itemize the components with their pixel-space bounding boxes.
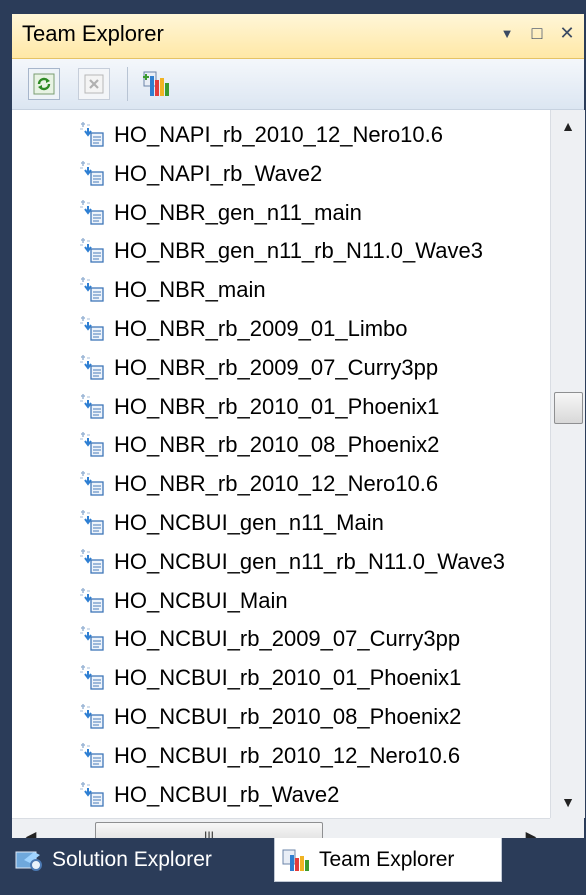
tree-item-label: HO_NBR_rb_2009_01_Limbo xyxy=(114,316,408,341)
tree-item-label: HO_NBR_rb_2010_01_Phoenix1 xyxy=(114,393,440,419)
tree-item[interactable]: HO_NCBUI_rb_Wave2 xyxy=(78,776,339,814)
toolbar-separator xyxy=(127,67,128,101)
branch-folder-icon xyxy=(78,626,106,652)
tree-item-label: HO_NBR_gen_n11_rb_N11.0_Wave3 xyxy=(114,238,483,264)
team-explorer-icon xyxy=(281,847,311,873)
branch-folder-icon xyxy=(78,393,106,420)
title-bar: Team Explorer ▼ □ ✕ xyxy=(12,14,584,59)
tree-item[interactable]: HO_NBR_rb_2009_07_Curry3pp xyxy=(78,349,438,387)
tab-label: Team Explorer xyxy=(319,847,455,871)
toolbar xyxy=(12,59,584,110)
tree-item-label: HO_NAPI_rb_2010_12_Nero10.6 xyxy=(114,122,444,147)
tab-label: Solution Explorer xyxy=(52,847,212,871)
tree-item[interactable]: HO_NAPI_rb_2010_12_Nero10.6 xyxy=(78,116,443,154)
tree-item[interactable]: HO_NCBUI_rb_2009_07_Curry3pp xyxy=(78,620,460,658)
branch-folder-icon xyxy=(78,781,106,808)
window-title: Team Explorer xyxy=(22,21,164,46)
tree-item[interactable]: HO_NBR_gen_n11_main xyxy=(78,194,362,232)
tree-item[interactable]: HO_NBR_rb_2010_12_Nero10.6 xyxy=(78,465,438,503)
tree-item[interactable]: HO_NAPI_rb_Wave2 xyxy=(78,155,322,193)
branch-folder-icon xyxy=(78,122,106,148)
branch-folder-icon xyxy=(78,316,106,342)
branch-folder-icon xyxy=(78,432,106,458)
tree-item[interactable]: HO_NCBUI_rb_2010_12_Nero10.6 xyxy=(78,737,460,775)
tree-item-label: HO_NCBUI_Main xyxy=(114,587,288,613)
tree-item[interactable]: HO_NBR_rb_2010_08_Phoenix2 xyxy=(78,426,439,464)
team-explorer-window: Team Explorer ▼ □ ✕ HO_NAPI_rb_2010_12_N… xyxy=(0,0,586,895)
tree-item-label: HO_NCBUI_rb_2010_08_Phoenix2 xyxy=(114,704,462,729)
stop-icon xyxy=(84,74,104,94)
connect-to-team-project-icon xyxy=(143,71,169,96)
tree-item-label: HO_NBR_rb_2010_12_Nero10.6 xyxy=(114,471,439,497)
stop-button[interactable] xyxy=(78,68,110,100)
tree-item[interactable]: HO_NCBUI_rb_2010_08_Phoenix2 xyxy=(78,698,461,736)
branch-folder-icon xyxy=(78,199,106,226)
source-control-tree[interactable]: HO_NAPI_rb_2010_12_Nero10.6 HO_NAPI_rb_Wa… xyxy=(12,110,550,818)
branch-folder-icon xyxy=(78,742,106,769)
tree-item[interactable]: HO_NBR_rb_2010_01_Phoenix1 xyxy=(78,388,439,426)
solution-explorer-icon xyxy=(14,847,44,873)
branch-folder-icon xyxy=(78,548,106,575)
refresh-button[interactable] xyxy=(28,68,60,100)
tree-item[interactable]: HO_NBR_main xyxy=(78,271,266,309)
branch-folder-icon xyxy=(78,587,106,614)
scroll-down-icon[interactable]: ▼ xyxy=(551,786,585,818)
branch-folder-icon xyxy=(78,277,106,303)
maximize-icon[interactable]: □ xyxy=(526,20,548,46)
tree-item-label: HO_NAPI_rb_Wave2 xyxy=(114,160,323,186)
tree-item[interactable]: HO_NCBUI_Main xyxy=(78,582,288,620)
tree-item[interactable]: HO_NBR_gen_n11_rb_N11.0_Wave3 xyxy=(78,232,483,270)
branch-folder-icon xyxy=(78,510,106,536)
tree-item-label: HO_NCBUI_rb_2009_07_Curry3pp xyxy=(114,626,461,652)
tab-team-explorer[interactable]: Team Explorer xyxy=(274,838,502,882)
branch-folder-icon xyxy=(78,238,106,264)
vertical-scrollbar[interactable]: ▲ ▼ xyxy=(550,110,585,818)
tree-item-label: HO_NCBUI_rb_2010_12_Nero10.6 xyxy=(114,742,461,768)
close-icon[interactable]: ✕ xyxy=(556,20,578,46)
tree-item-label: HO_NCBUI_rb_2010_01_Phoenix1 xyxy=(114,665,462,691)
scroll-up-icon[interactable]: ▲ xyxy=(551,110,585,142)
tree-item-label: HO_NBR_rb_2010_08_Phoenix2 xyxy=(114,432,440,458)
tree-item[interactable]: HO_NBR_rb_2009_01_Limbo xyxy=(78,310,408,348)
branch-folder-icon xyxy=(78,160,106,187)
connect-button[interactable] xyxy=(140,68,172,100)
tree-item-label: HO_NCBUI_rb_Wave2 xyxy=(114,781,340,807)
tree-item-label: HO_NCBUI_gen_n11_rb_N11.0_Wave3 xyxy=(114,548,505,574)
tree-item-label: HO_NBR_rb_2009_07_Curry3pp xyxy=(114,354,439,380)
tab-solution-explorer[interactable]: Solution Explorer xyxy=(14,838,212,881)
tree-item-label: HO_NBR_main xyxy=(114,277,266,303)
dropdown-icon[interactable]: ▼ xyxy=(496,20,518,46)
tree-item[interactable]: HO_NCBUI_gen_n11_rb_N11.0_Wave3 xyxy=(78,543,505,581)
vertical-scroll-thumb[interactable] xyxy=(554,392,583,424)
tree-item-label: HO_NCBUI_gen_n11_Main xyxy=(114,510,384,535)
branch-folder-icon xyxy=(78,354,106,381)
refresh-icon xyxy=(33,73,55,95)
title-buttons: ▼ □ ✕ xyxy=(496,20,578,46)
branch-folder-icon xyxy=(78,471,106,497)
tree-item[interactable]: HO_NCBUI_rb_2010_01_Phoenix1 xyxy=(78,659,461,697)
branch-folder-icon xyxy=(78,704,106,730)
tree-item[interactable]: HO_NCBUI_gen_n11_Main xyxy=(78,504,384,542)
tool-window-tabs: Solution Explorer Team Explorer xyxy=(0,838,586,895)
branch-folder-icon xyxy=(78,665,106,691)
team-explorer-panel: Team Explorer ▼ □ ✕ HO_NAPI_rb_2010_12_N… xyxy=(12,14,585,895)
tree-item-label: HO_NBR_gen_n11_main xyxy=(114,199,362,225)
